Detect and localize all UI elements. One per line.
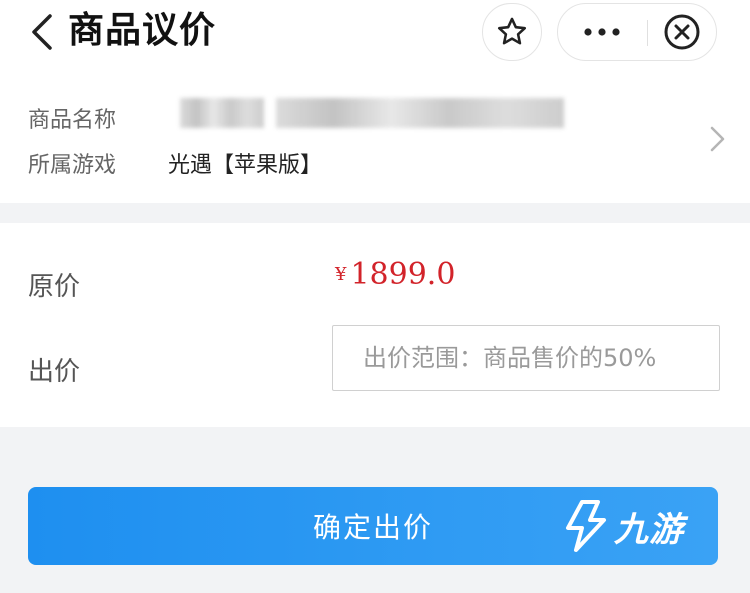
chevron-left-icon [32,14,52,50]
product-name-blurred-2 [276,98,564,128]
original-price-label: 原价 [28,272,81,302]
game-value: 光遇【苹果版】 [168,153,323,178]
product-info-card[interactable]: 商品名称 所属游戏 光遇【苹果版】 [0,70,750,203]
star-icon [497,17,527,45]
original-price: ¥1899.0 [335,257,455,292]
navigation-bar: 商品议价 [0,0,750,70]
close-button[interactable] [648,4,716,60]
pricing-card: 原价 ¥1899.0 出价 [0,223,750,427]
back-button[interactable] [22,10,62,54]
more-button[interactable] [558,4,646,60]
chevron-right-icon [710,126,725,152]
more-dots-icon [584,28,620,36]
game-label: 所属游戏 [28,153,117,178]
product-name-blurred [180,98,264,128]
jiuyou-logo-icon [566,500,606,552]
original-price-value: 1899.0 [350,257,456,292]
watermark-text: 九游 [614,510,684,550]
page-title: 商品议价 [68,10,217,51]
product-name-label: 商品名称 [28,108,117,133]
close-circle-icon [664,14,700,50]
favorite-button[interactable] [482,3,542,61]
bid-label: 出价 [28,357,81,387]
currency-symbol: ¥ [335,264,347,285]
mini-program-capsule [557,3,717,61]
watermark: 九游 [560,490,720,562]
bid-input[interactable] [332,325,720,391]
